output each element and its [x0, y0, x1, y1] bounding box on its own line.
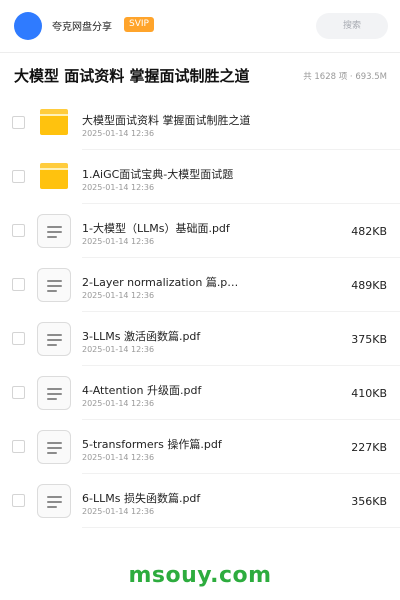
- document-icon: [37, 322, 71, 356]
- folder-icon: [40, 109, 68, 135]
- item-name: 2-Layer normalization 篇.p…: [82, 276, 239, 289]
- item-size: 375KB: [351, 333, 387, 346]
- list-item[interactable]: 3-LLMs 激活函数篇.pdf 2025-01-14 12:36 375KB: [0, 312, 400, 366]
- list-item[interactable]: 6-LLMs 损失函数篇.pdf 2025-01-14 12:36 356KB: [0, 474, 400, 528]
- document-icon: [37, 430, 71, 464]
- item-name: 3-LLMs 激活函数篇.pdf: [82, 330, 201, 343]
- list-item[interactable]: 1-大模型（LLMs）基础面.pdf 2025-01-14 12:36 482KB: [0, 204, 400, 258]
- select-checkbox[interactable]: [12, 116, 25, 129]
- folder-icon: [40, 163, 68, 189]
- item-size: 356KB: [351, 495, 387, 508]
- item-date: 2025-01-14 12:36: [82, 345, 155, 354]
- document-icon: [37, 214, 71, 248]
- list-item[interactable]: 5-transformers 操作篇.pdf 2025-01-14 12:36 22…: [0, 420, 400, 474]
- document-icon: [37, 484, 71, 518]
- item-date: 2025-01-14 12:36: [82, 507, 155, 516]
- select-checkbox[interactable]: [12, 170, 25, 183]
- folder-header: 大模型 面试资料 掌握面试制胜之道 共 1628 项 · 693.5M: [0, 53, 400, 96]
- document-icon: [37, 376, 71, 410]
- item-size: 410KB: [351, 387, 387, 400]
- item-size: 489KB: [351, 279, 387, 292]
- item-size: 227KB: [351, 441, 387, 454]
- select-checkbox[interactable]: [12, 224, 25, 237]
- app-name: 夸克网盘分享: [52, 22, 112, 33]
- item-name: 1.AiGC面试宝典-大模型面试题: [82, 168, 234, 181]
- item-date: 2025-01-14 12:36: [82, 453, 155, 462]
- watermark: msouy.com: [128, 563, 272, 588]
- avatar[interactable]: [14, 12, 42, 40]
- item-date: 2025-01-14 12:36: [82, 399, 155, 408]
- item-date: 2025-01-14 12:36: [82, 129, 155, 138]
- list-item[interactable]: 1.AiGC面试宝典-大模型面试题 2025-01-14 12:36: [0, 150, 400, 204]
- item-name: 大模型面试资料 掌握面试制胜之道: [82, 114, 251, 127]
- select-checkbox[interactable]: [12, 440, 25, 453]
- select-checkbox[interactable]: [12, 278, 25, 291]
- item-name: 1-大模型（LLMs）基础面.pdf: [82, 222, 230, 235]
- top-bar: 夸克网盘分享 SVIP 搜索: [0, 0, 400, 52]
- item-summary: 共 1628 项 · 693.5M: [303, 72, 387, 82]
- select-checkbox[interactable]: [12, 386, 25, 399]
- svip-badge[interactable]: SVIP: [124, 17, 154, 32]
- item-name: 6-LLMs 损失函数篇.pdf: [82, 492, 201, 505]
- item-date: 2025-01-14 12:36: [82, 237, 155, 246]
- page-title: 大模型 面试资料 掌握面试制胜之道: [14, 67, 250, 85]
- item-name: 5-transformers 操作篇.pdf: [82, 438, 222, 451]
- item-date: 2025-01-14 12:36: [82, 183, 155, 192]
- select-checkbox[interactable]: [12, 494, 25, 507]
- item-date: 2025-01-14 12:36: [82, 291, 155, 300]
- search-input[interactable]: 搜索: [316, 13, 388, 39]
- list-item[interactable]: 2-Layer normalization 篇.p… 2025-01-14 12:…: [0, 258, 400, 312]
- item-size: 482KB: [351, 225, 387, 238]
- list-item[interactable]: 4-Attention 升级面.pdf 2025-01-14 12:36 410KB: [0, 366, 400, 420]
- select-checkbox[interactable]: [12, 332, 25, 345]
- document-icon: [37, 268, 71, 302]
- item-name: 4-Attention 升级面.pdf: [82, 384, 202, 397]
- list-item[interactable]: 大模型面试资料 掌握面试制胜之道 2025-01-14 12:36: [0, 96, 400, 150]
- file-list: 大模型面试资料 掌握面试制胜之道 2025-01-14 12:36 1.AiGC面试…: [0, 96, 400, 528]
